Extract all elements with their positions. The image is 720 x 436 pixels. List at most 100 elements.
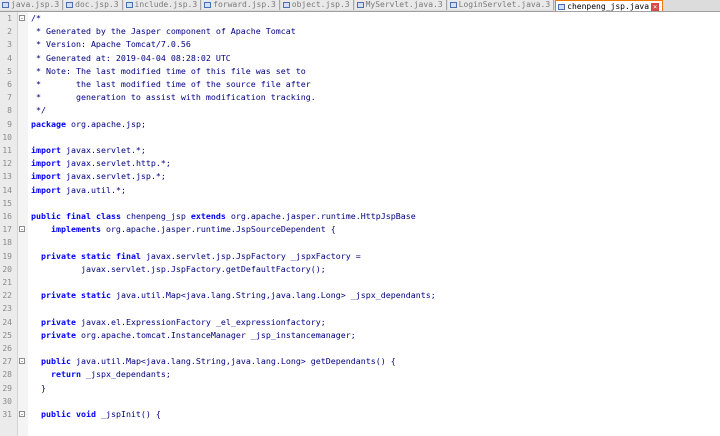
line-number: 11 — [2, 146, 12, 155]
code-line[interactable]: 5 * Note: The last modified time of this… — [0, 65, 720, 78]
editor-tab-bar: java.jsp.3 doc.jsp.3 include.jsp.3 forward.… — [0, 0, 720, 12]
code-text: private static java.util.Map<java.lang.S… — [41, 290, 436, 301]
line-number: 27 — [2, 357, 12, 367]
code-line[interactable]: 21 — [0, 276, 720, 289]
code-line[interactable]: 20 javax.servlet.jsp.JspFactory.getDefau… — [0, 263, 720, 276]
line-number: 17 — [2, 225, 12, 235]
file-icon — [125, 2, 133, 8]
code-line[interactable]: 25 private org.apache.tomcat.InstanceMan… — [0, 329, 720, 342]
code-text: * Generated by the Jasper component of A… — [31, 26, 296, 37]
code-line[interactable]: 7 * generation to assist with modificati… — [0, 91, 720, 104]
code-line[interactable]: 12 import javax.servlet.http.*; — [0, 157, 720, 170]
fold-toggle-icon[interactable]: - — [19, 358, 25, 365]
code-text: public void _jspInit() { — [41, 409, 161, 419]
code-line[interactable]: 30 — [0, 395, 720, 408]
tab-7[interactable]: chenpeng_jsp.java × — [555, 0, 664, 11]
code-line[interactable]: 18 — [0, 236, 720, 249]
file-icon — [66, 2, 74, 8]
tab-6[interactable]: LoginServlet.java.3 — [447, 0, 555, 10]
tab-2[interactable]: include.jsp.3 — [123, 0, 202, 10]
code-text: * Note: The last modified time of this f… — [31, 65, 306, 76]
tab-label: include.jsp.3 — [134, 0, 198, 9]
code-text: /* — [31, 13, 41, 23]
line-number: 24 — [2, 317, 12, 327]
tab-label: chenpeng_jsp.java — [567, 1, 650, 11]
code-text: import javax.servlet.jsp.*; — [31, 171, 166, 182]
line-number: 23 — [2, 304, 12, 314]
line-number: 12 — [2, 159, 12, 169]
code-line[interactable]: 14 import java.util.*; — [0, 184, 720, 197]
code-line[interactable]: 16 public final class chenpeng_jsp extend… — [0, 210, 720, 223]
tab-0[interactable]: java.jsp.3 — [0, 0, 64, 10]
code-line[interactable]: 3 * Version: Apache Tomcat/7.0.56 — [0, 38, 720, 51]
code-line[interactable]: 2 * Generated by the Jasper component of… — [0, 25, 720, 38]
line-number: 4 — [7, 53, 12, 63]
line-number: 21 — [2, 278, 12, 287]
line-number: 30 — [2, 396, 12, 406]
line-number: 31 — [2, 410, 12, 419]
line-number: 6 — [7, 80, 12, 89]
code-line[interactable]: 17- implements org.apache.jasper.runtime… — [0, 223, 720, 236]
line-number: 26 — [2, 344, 12, 353]
code-text: * generation to assist with modification… — [31, 92, 316, 103]
tab-3[interactable]: forward.jsp.3 — [202, 0, 280, 10]
code-line[interactable]: 24 private javax.el.ExpressionFactory _e… — [0, 316, 720, 329]
line-number: 18 — [2, 238, 12, 248]
code-text: public java.util.Map<java.lang.String,ja… — [41, 356, 396, 367]
tab-5[interactable]: MyServlet.java.3 — [354, 0, 447, 10]
line-number: 10 — [2, 132, 12, 142]
code-line[interactable]: 31- public void _jspInit() { — [0, 408, 720, 421]
code-line[interactable]: 1-/* — [0, 12, 720, 25]
code-line[interactable]: 11 import javax.servlet.*; — [0, 144, 720, 157]
code-text: */ — [31, 105, 46, 116]
code-text: import javax.servlet.http.*; — [31, 158, 171, 169]
file-icon — [2, 2, 9, 8]
line-number: 9 — [7, 119, 12, 129]
tab-label: doc.jsp.3 — [75, 0, 119, 9]
code-line[interactable]: 28 return _jspx_dependants; — [0, 368, 720, 381]
fold-toggle-icon[interactable]: - — [19, 15, 25, 22]
code-line[interactable]: 9 package org.apache.jsp; — [0, 118, 720, 131]
code-text: import java.util.*; — [31, 184, 126, 195]
tab-label: forward.jsp.3 — [213, 0, 276, 9]
line-number: 28 — [2, 370, 12, 380]
code-line[interactable]: 6 * the last modified time of the source… — [0, 78, 720, 91]
code-editor[interactable]: 1-/* 2 * Generated by the Jasper componen… — [0, 12, 720, 436]
line-number: 13 — [2, 172, 12, 182]
code-line[interactable]: 27- public java.util.Map<java.lang.Strin… — [0, 355, 720, 368]
code-line[interactable]: 4 * Generated at: 2019-04-04 08:28:02 UT… — [0, 52, 720, 65]
code-text: package org.apache.jsp; — [31, 118, 146, 129]
code-line[interactable]: 23 — [0, 302, 720, 315]
code-line[interactable]: 13 import javax.servlet.jsp.*; — [0, 170, 720, 183]
code-line[interactable]: 29 } — [0, 382, 720, 395]
code-text: } — [31, 382, 46, 393]
code-text: * Version: Apache Tomcat/7.0.56 — [31, 39, 191, 50]
code-text: * Generated at: 2019-04-04 08:28:02 UTC — [31, 52, 231, 63]
code-text: public final class chenpeng_jsp extends … — [31, 211, 416, 221]
file-icon — [449, 2, 457, 8]
code-line[interactable]: 8 */ — [0, 104, 720, 117]
code-line[interactable]: 22 private static java.util.Map<java.lan… — [0, 289, 720, 302]
code-line[interactable]: 15 — [0, 197, 720, 210]
code-line[interactable]: 10 — [0, 131, 720, 144]
line-number: 14 — [2, 185, 12, 195]
code-text: private static final javax.servlet.jsp.J… — [41, 250, 361, 261]
line-number: 1 — [7, 14, 12, 23]
tab-4[interactable]: object.jsp.3 — [280, 0, 354, 10]
file-icon — [558, 3, 566, 10]
fold-toggle-icon[interactable]: - — [19, 226, 25, 233]
tab-label: LoginServlet.java.3 — [458, 0, 551, 9]
line-number: 2 — [7, 27, 12, 37]
line-number: 16 — [2, 212, 12, 221]
code-line[interactable]: 26 — [0, 342, 720, 355]
tab-label: object.jsp.3 — [291, 0, 350, 9]
tab-1[interactable]: doc.jsp.3 — [64, 0, 123, 10]
line-number: 3 — [7, 40, 12, 50]
close-icon[interactable]: × — [651, 2, 660, 11]
code-line[interactable]: 19 private static final javax.servlet.js… — [0, 250, 720, 263]
code-text: * the last modified time of the source f… — [31, 79, 311, 89]
line-number: 29 — [2, 383, 12, 393]
fold-toggle-icon[interactable]: - — [19, 411, 25, 418]
code-text: return _jspx_dependants; — [50, 369, 171, 380]
line-number: 7 — [7, 93, 12, 103]
